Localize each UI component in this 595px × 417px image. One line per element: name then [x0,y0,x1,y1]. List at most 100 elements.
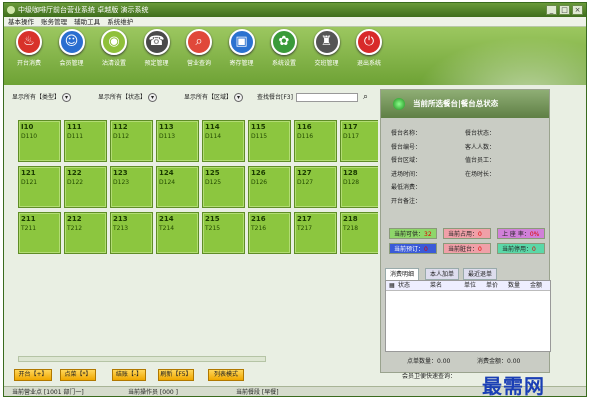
menu-accounts[interactable]: 账务管理 [41,18,67,26]
status-indicator-icon [393,98,405,110]
type-filter[interactable]: 显示所有【类型】 ▾ [12,91,72,104]
tab-consumption[interactable]: 消费明细 [385,268,420,280]
handover-icon: ♜ [313,29,340,55]
area-filter[interactable]: 显示所有【区域】 ▾ [184,91,244,104]
table-tile[interactable]: 122 D122 [64,166,107,208]
toolbar-button-8[interactable]: ♜ 交班管理 [307,29,347,67]
stat-value: 0 [478,246,482,253]
stat-label: 当前可供： [394,231,425,238]
table-tile[interactable]: 126 D126 [248,166,291,208]
stat-badge: 当前预订：0 [389,243,437,254]
order-qty: 点单数量：0.00 [407,358,451,365]
table-grid: I10 D110 111 D111 112 D112 113 D113 114 D114 115 D1… [18,120,378,367]
stat-badge: 上 座 率：0% [497,228,545,239]
checkout-button[interactable]: 结账【-】 [112,369,146,381]
table-tile[interactable]: 212 T212 [64,212,107,254]
menu-system[interactable]: 系统维护 [107,18,133,26]
toolbar-button-2[interactable]: ☺ 会员管理 [52,29,92,67]
table-tile[interactable]: 218 T218 [340,212,378,254]
grid-icon: ▦ [389,282,395,289]
menu-basic[interactable]: 基本操作 [8,18,34,26]
title-bar: 中级咖啡厅前台营业系统 卓越版 演示系统 _ □ × [4,3,586,17]
maximize-button[interactable]: □ [559,5,570,15]
app-logo-icon [7,6,15,14]
table-tile[interactable]: 116 D116 [294,120,337,162]
toolbar-button-6[interactable]: ▣ 寄存管理 [222,29,262,67]
stat-value: 32 [424,231,432,238]
horizontal-scrollbar[interactable] [18,356,266,362]
table-tile[interactable]: 125 D125 [202,166,245,208]
table-tile[interactable]: 128 D128 [340,166,378,208]
table-tile[interactable]: 217 T217 [294,212,337,254]
table-tile[interactable]: 121 D121 [18,166,61,208]
toolbar-button-4[interactable]: ☎ 预定管理 [137,29,177,67]
table-tile[interactable]: 123 D123 [110,166,153,208]
toolbar-button-label: 沽清设置 [101,60,126,67]
detail-label: 餐台状态： [465,130,496,137]
order-button[interactable]: 点菜【*】 [60,369,96,381]
table-tile[interactable]: 113 D113 [156,120,199,162]
table-tile[interactable]: 213 T213 [110,212,153,254]
chevron-down-icon[interactable]: ▾ [234,93,244,102]
tab-recent-returns[interactable]: 最近退单 [463,268,498,280]
tab-my-orders[interactable]: 本人加单 [425,268,460,280]
detail-label: 餐台区域： [391,157,422,164]
search-icon[interactable]: ⌕ [363,91,368,104]
table-number: 214 [159,215,174,223]
chevron-down-icon[interactable]: ▾ [148,93,158,102]
toolbar-button-5[interactable]: ⌕ 营业查询 [179,29,219,67]
table-tile[interactable]: 117 D117 [340,120,378,162]
minimize-button[interactable]: _ [546,5,557,15]
status-operator: 当前操作员 [000 ] [128,389,178,396]
table-tile[interactable]: 216 T216 [248,212,291,254]
table-tile[interactable]: 112 D112 [110,120,153,162]
type-filter-label: 显示所有【类型】 [12,94,61,101]
table-tile[interactable]: 111 D111 [64,120,107,162]
chevron-down-icon[interactable]: ▾ [62,93,72,102]
table-code: D122 [67,179,84,186]
list-mode-button[interactable]: 列表模式 [208,369,244,381]
table-header: ▦ 状态 菜名 单位 单价 数量 金额 [386,281,550,291]
plate-icon: ◉ [101,29,127,55]
status-panel: 当前所选餐台|餐台总状态 餐台名称： 餐台编号： 餐台区域： 进场时间： 最低消费： 开台… [380,89,551,373]
toolbar-button-label: 系统设置 [271,60,296,67]
table-code: T215 [205,225,221,232]
table-tile[interactable]: I10 D110 [18,120,61,162]
table-code: D121 [21,179,38,186]
close-button[interactable]: × [572,5,583,15]
table-tile[interactable]: 115 D115 [248,120,291,162]
toolbar-button-label: 退出系统 [356,60,381,67]
toolbar-button-label: 营业查询 [186,60,211,67]
toolbar-button-9[interactable]: ⏻ 退出系统 [349,29,389,67]
open-table-button[interactable]: 开台【+】 [14,369,52,381]
table-tile[interactable]: 211 T211 [18,212,61,254]
toolbar-button-1[interactable]: ♨ 开台消费 [9,29,49,67]
toolbar-button-3[interactable]: ◉ 沽清设置 [94,29,134,67]
col-amount: 金额 [530,282,543,289]
search-icon: ⌕ [186,29,212,55]
window-title: 中级咖啡厅前台营业系统 卓越版 演示系统 [18,6,149,14]
table-code: T213 [113,225,129,232]
col-qty: 数量 [508,282,521,289]
table-code: D125 [205,179,222,186]
refresh-button[interactable]: 刷新【F5】 [158,369,194,381]
status-filter[interactable]: 显示所有【状态】 ▾ [98,91,158,104]
table-tile[interactable]: 127 D127 [294,166,337,208]
table-tile[interactable]: 124 D124 [156,166,199,208]
table-code: D112 [113,133,130,140]
table-code: D124 [159,179,176,186]
table-number: 114 [205,123,220,131]
table-tile[interactable]: 214 T214 [156,212,199,254]
detail-label: 开台备注： [391,197,422,205]
status-panel-header: 当前所选餐台|餐台总状态 [381,90,549,118]
table-tile[interactable]: 215 T215 [202,212,245,254]
phone-icon: ☎ [143,29,170,55]
status-panel-title: 当前所选餐台|餐台总状态 [413,99,499,108]
table-code: D128 [343,179,360,186]
table-search-input[interactable] [296,93,358,102]
table-tile[interactable]: 114 D114 [202,120,245,162]
toolbar-button-7[interactable]: ✿ 系统设置 [264,29,304,67]
menu-tools[interactable]: 辅助工具 [74,18,100,26]
consumption-table: ▦ 状态 菜名 单位 单价 数量 金额 [385,280,551,352]
detail-label: 客人人数： [465,143,496,151]
